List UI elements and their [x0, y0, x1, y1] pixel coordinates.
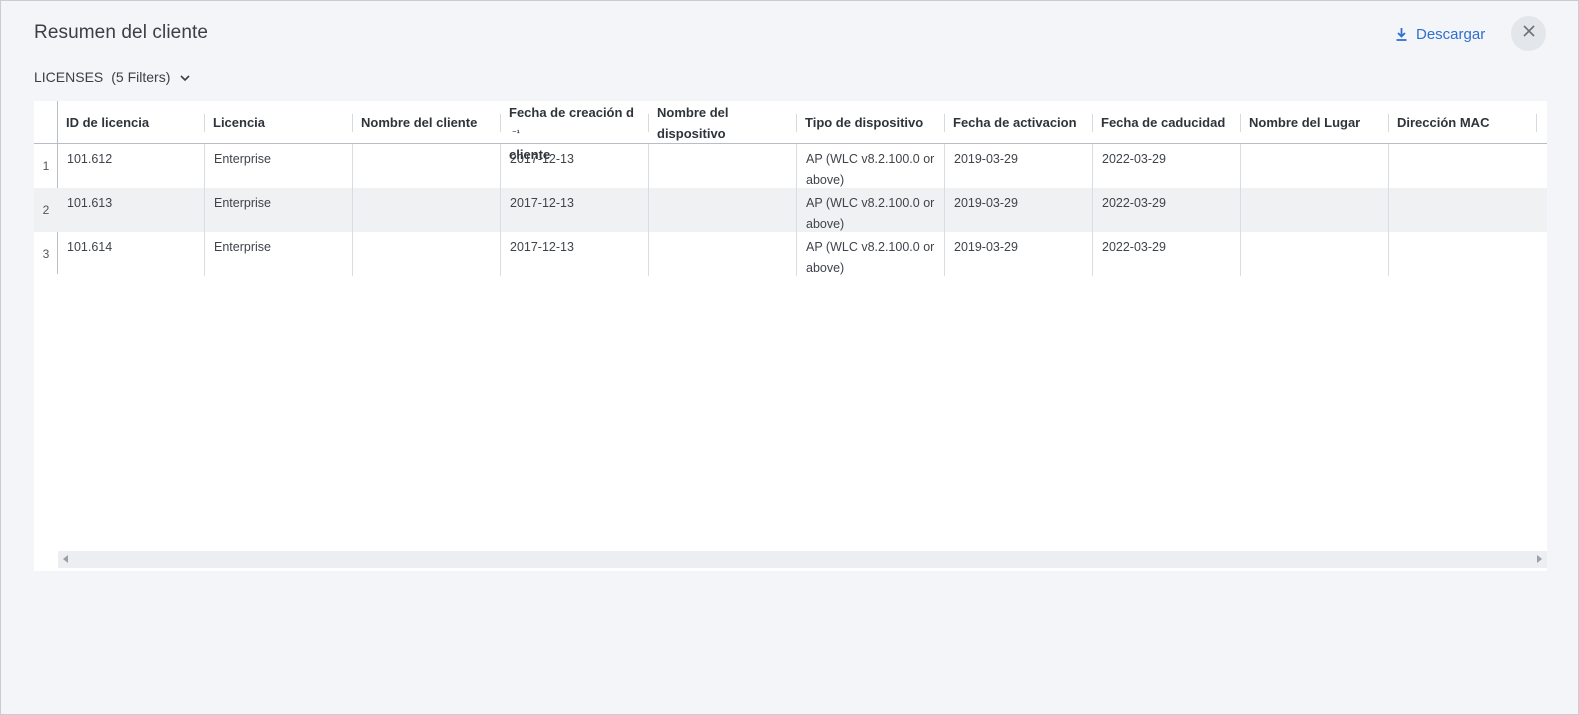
column-header-place-name[interactable]: Nombre del Lugar: [1241, 101, 1388, 144]
chevron-down-icon: [170, 69, 190, 85]
download-button[interactable]: Descargar: [1395, 23, 1485, 45]
column-separator[interactable]: [1536, 114, 1537, 132]
row-number: 2: [42, 203, 50, 217]
cell-license[interactable]: Enterprise: [205, 144, 352, 188]
cell-expiry-date[interactable]: 2022-03-29: [1093, 188, 1240, 232]
cell-place-name[interactable]: [1241, 188, 1388, 232]
cell-device-name[interactable]: [649, 188, 796, 232]
cell-device-name[interactable]: [649, 232, 796, 276]
cell-device-type[interactable]: AP (WLC v8.2.100.0 or above): [797, 188, 937, 232]
column-header-device-type[interactable]: Tipo de dispositivo: [797, 101, 944, 144]
cell-mac-address[interactable]: [1389, 232, 1536, 276]
cell-mac-address[interactable]: [1389, 188, 1536, 232]
column-header-license-id[interactable]: ID de licencia: [58, 101, 204, 144]
dialog-title: Resumen del cliente: [34, 22, 209, 43]
cell-license-id[interactable]: 101.614: [58, 232, 204, 276]
cell-expiry-date[interactable]: 2022-03-29: [1093, 144, 1240, 188]
horizontal-scrollbar[interactable]: [58, 551, 1547, 568]
filters-dropdown[interactable]: LICENSES (5 Filters): [34, 67, 190, 87]
table-header: ID de licencia Licencia Nombre del clien…: [34, 101, 1547, 162]
column-header-license[interactable]: Licencia: [205, 101, 352, 144]
close-icon: [1522, 24, 1536, 43]
cell-mac-address[interactable]: [1389, 144, 1536, 188]
customer-summary-dialog: Resumen del cliente Descargar LICENSES (…: [0, 0, 1579, 715]
close-button[interactable]: [1511, 16, 1546, 51]
cell-creation-date[interactable]: 2017-12-13: [501, 144, 648, 188]
filters-count: (5 Filters): [111, 69, 171, 85]
cell-device-type[interactable]: AP (WLC v8.2.100.0 or above): [797, 144, 937, 188]
cell-activation-date[interactable]: 2019-03-29: [945, 232, 1092, 276]
cell-activation-date[interactable]: 2019-03-29: [945, 188, 1092, 232]
row-number: 3: [42, 247, 50, 261]
column-header-client-name[interactable]: Nombre del cliente: [353, 101, 500, 144]
cell-client-name[interactable]: [353, 144, 500, 188]
cell-activation-date[interactable]: 2019-03-29: [945, 144, 1092, 188]
download-label: Descargar: [1416, 25, 1486, 43]
scroll-left-icon[interactable]: [63, 555, 68, 563]
table-row[interactable]: 1 101.612 Enterprise 2017-12-13 AP (WLC …: [34, 144, 1547, 188]
cell-place-name[interactable]: [1241, 232, 1388, 276]
column-header-activation-date[interactable]: Fecha de activacion: [945, 101, 1092, 144]
cell-place-name[interactable]: [1241, 144, 1388, 188]
cell-expiry-date[interactable]: 2022-03-29: [1093, 232, 1240, 276]
cell-creation-date[interactable]: 2017-12-13: [501, 232, 648, 276]
cell-license-id[interactable]: 101.613: [58, 188, 204, 232]
column-header-device-name[interactable]: Nombre del dispositivo: [649, 101, 796, 144]
licenses-table: ID de licencia Licencia Nombre del clien…: [34, 101, 1547, 571]
sort-indicator-icon: ⁻¹: [512, 128, 520, 138]
cell-license-id[interactable]: 101.612: [58, 144, 204, 188]
cell-license[interactable]: Enterprise: [205, 232, 352, 276]
row-number: 1: [42, 159, 50, 173]
cell-client-name[interactable]: [353, 188, 500, 232]
scroll-right-icon[interactable]: [1537, 555, 1542, 563]
table-row[interactable]: 3 101.614 Enterprise 2017-12-13 AP (WLC …: [34, 232, 1547, 276]
column-header-expiry-date[interactable]: Fecha de caducidad: [1093, 101, 1240, 144]
table-row[interactable]: 2 101.613 Enterprise 2017-12-13 AP (WLC …: [34, 188, 1547, 232]
cell-license[interactable]: Enterprise: [205, 188, 352, 232]
device-name-header-text: Nombre del dispositivo: [657, 104, 729, 141]
column-header-mac-address[interactable]: Dirección MAC: [1389, 101, 1536, 144]
download-icon: [1395, 27, 1408, 42]
filters-label: LICENSES: [34, 69, 104, 85]
cell-creation-date[interactable]: 2017-12-13: [501, 188, 648, 232]
cell-device-name[interactable]: [649, 144, 796, 188]
column-header-creation-date[interactable]: Fecha de creación d ⁻¹ cliente: [501, 101, 648, 162]
cell-device-type[interactable]: AP (WLC v8.2.100.0 or above): [797, 232, 937, 276]
creation-date-header-text: Fecha de creación d: [509, 105, 634, 120]
cell-client-name[interactable]: [353, 232, 500, 276]
